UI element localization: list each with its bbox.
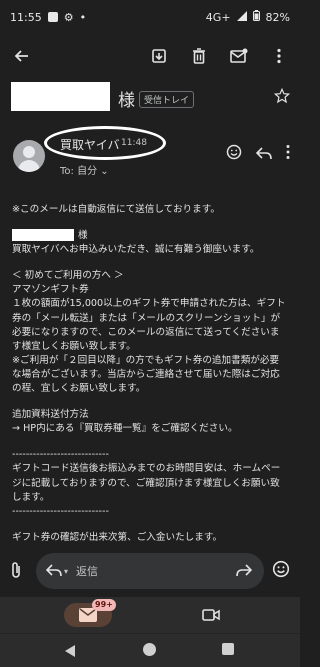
inbox-label[interactable]: 受信トレイ	[139, 91, 195, 108]
emoji-reaction-icon[interactable]	[226, 144, 242, 164]
mail-badge: 99+	[92, 599, 116, 611]
forward-icon[interactable]	[236, 562, 253, 581]
subject-suffix: 様	[118, 91, 135, 111]
more-options-icon[interactable]	[286, 144, 290, 164]
sent-time: 11:48	[121, 138, 147, 148]
body-salutation: 様	[12, 229, 288, 243]
chevron-down-icon[interactable]: ▾	[64, 567, 68, 576]
bottom-nav: 99+	[0, 597, 300, 633]
reply-icon[interactable]	[255, 145, 272, 164]
additional-docs-text: → HP内にある『買取券種一覧』をご確認ください。	[12, 423, 238, 435]
archive-icon[interactable]	[148, 45, 170, 67]
separator: ----------------------------	[12, 505, 109, 517]
first-time-heading: ＜ 初めてご利用の方へ ＞	[12, 270, 124, 282]
confirmation-text: ギフト券の確認が出来次第、ご入金いたします。	[12, 531, 223, 543]
reply-bar: ▾ 返信	[0, 545, 300, 597]
star-icon[interactable]	[273, 87, 291, 108]
system-nav	[0, 633, 300, 667]
attach-icon[interactable]	[10, 561, 22, 583]
back-arrow-icon[interactable]	[10, 45, 32, 67]
recipient-line[interactable]: To: 自分 ⌄	[60, 162, 109, 177]
avatar[interactable]	[13, 140, 45, 172]
signal-icon	[236, 10, 247, 24]
video-icon[interactable]	[202, 607, 220, 626]
notification-icon	[47, 12, 58, 22]
recipient-text: To: 自分	[60, 166, 98, 177]
nav-home-icon[interactable]	[143, 643, 156, 656]
salutation-suffix: 様	[78, 230, 88, 242]
sender-name: 買取ヤイバ	[60, 138, 120, 152]
dot-icon: •	[79, 10, 87, 24]
status-bar: 11:55 ⚙ • 4G+ 82%	[0, 0, 300, 34]
body-intro: ※このメールは自動返信にて送信しております。	[12, 204, 220, 215]
nav-back-icon[interactable]	[64, 643, 76, 662]
additional-docs-heading: 追加資料送付方法	[12, 409, 89, 421]
reply-input[interactable]: ▾ 返信	[36, 553, 264, 589]
more-vert-icon[interactable]	[268, 45, 290, 67]
sender-row[interactable]: 買取ヤイバ 11:48 To: 自分 ⌄	[0, 126, 300, 186]
network-label: 4G+	[205, 10, 231, 24]
redacted-name	[12, 229, 74, 242]
nav-recents-icon[interactable]	[222, 643, 234, 655]
link-icon: ⚙	[63, 10, 74, 24]
delete-icon[interactable]	[188, 45, 210, 67]
app-bar	[0, 36, 300, 76]
reply-mode-icon[interactable]	[45, 562, 62, 581]
giftcard-text: １枚の額面が15,000以上のギフト券で申請された方は、ギフト券の「メール転送」…	[12, 298, 286, 352]
status-time: 11:55	[10, 10, 42, 24]
body-thanks: 買取ヤイバへお申込みいただき、誠に有難う御座います。	[12, 244, 260, 256]
reply-placeholder: 返信	[76, 565, 99, 578]
battery-level: 82%	[265, 10, 290, 24]
separator: ----------------------------	[12, 449, 109, 461]
email-body: ※このメールは自動返信にて送信しております。 様 買取ヤイバへお申込みいただき、…	[12, 203, 288, 545]
payment-time-text: ギフトコード送信後お振込みまでのお時間目安は、ホームページに記載しておりますので…	[12, 463, 281, 503]
mark-unread-icon[interactable]	[228, 45, 250, 67]
giftcard-heading: アマゾンギフト券	[12, 284, 89, 296]
battery-icon	[252, 10, 260, 24]
emoji-icon[interactable]	[272, 560, 290, 582]
redacted-subject	[11, 82, 110, 111]
second-time-text: ※ご利用が「２回目以降」の方でもギフト券の追加書類が必要な場合がございます。当店…	[12, 354, 280, 395]
